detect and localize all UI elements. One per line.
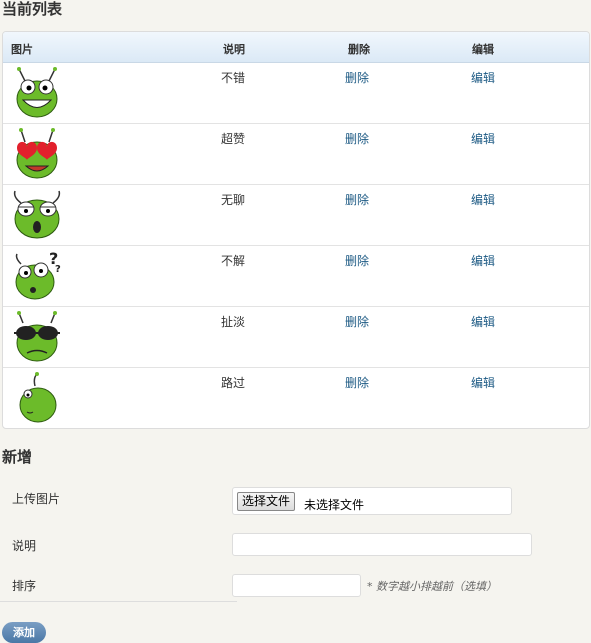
- row-desc: 路过: [221, 376, 246, 390]
- desc-input[interactable]: [232, 533, 532, 556]
- header-delete: 删除: [348, 43, 370, 56]
- heart-eyes-frog-icon: [16, 128, 58, 179]
- delete-link[interactable]: 删除: [345, 130, 369, 147]
- table-row: ? ? 不解 删除 编辑: [3, 246, 589, 307]
- edit-link[interactable]: 编辑: [471, 130, 495, 147]
- table-row: 路过 删除 编辑: [3, 368, 589, 428]
- edit-link[interactable]: 编辑: [471, 313, 495, 330]
- bored-frog-icon: [13, 190, 61, 239]
- edit-link[interactable]: 编辑: [471, 374, 495, 391]
- file-upload-field[interactable]: 选择文件 未选择文件: [232, 487, 512, 515]
- table-header: 图片 说明 删除 编辑: [3, 32, 589, 63]
- passby-frog-icon: [19, 372, 57, 423]
- new-title: 新增: [2, 448, 33, 466]
- table-row: 不错 删除 编辑: [3, 63, 589, 124]
- row-desc: 不错: [221, 71, 246, 85]
- row-desc: 扯淡: [221, 315, 246, 329]
- row-desc: 无聊: [221, 193, 246, 207]
- delete-link[interactable]: 删除: [345, 374, 369, 391]
- smile-frog-icon: [16, 67, 58, 118]
- header-desc: 说明: [223, 43, 245, 56]
- list-title: 当前列表: [2, 0, 63, 18]
- table-row: 扯淡 删除 编辑: [3, 307, 589, 368]
- sunglasses-frog-icon: [14, 311, 60, 362]
- order-input[interactable]: [232, 574, 361, 597]
- divider: [0, 601, 237, 602]
- delete-link[interactable]: 删除: [345, 191, 369, 208]
- choose-file-button[interactable]: 选择文件: [237, 492, 296, 511]
- confused-frog-icon: ? ?: [15, 250, 61, 300]
- add-button[interactable]: 添加: [2, 622, 46, 643]
- delete-link[interactable]: 删除: [345, 69, 369, 86]
- row-desc: 超赞: [221, 132, 246, 146]
- delete-link[interactable]: 删除: [345, 313, 369, 330]
- edit-link[interactable]: 编辑: [471, 191, 495, 208]
- header-edit: 编辑: [472, 43, 494, 56]
- order-hint: * 数字越小排越前（选填）: [367, 580, 497, 593]
- delete-link[interactable]: 删除: [345, 252, 369, 269]
- upload-label: 上传图片: [12, 492, 61, 506]
- desc-label: 说明: [12, 539, 37, 553]
- image-table: 图片 说明 删除 编辑 不错 删除 编辑 超赞 删除 编辑 无聊 删除 编辑 ?…: [2, 31, 590, 429]
- file-status: 未选择文件: [304, 498, 365, 512]
- table-row: 无聊 删除 编辑: [3, 185, 589, 246]
- edit-link[interactable]: 编辑: [471, 252, 495, 269]
- header-image: 图片: [11, 43, 33, 56]
- row-desc: 不解: [221, 254, 246, 268]
- edit-link[interactable]: 编辑: [471, 69, 495, 86]
- table-row: 超赞 删除 编辑: [3, 124, 589, 185]
- svg-text:?: ?: [55, 264, 61, 275]
- order-label: 排序: [12, 579, 37, 593]
